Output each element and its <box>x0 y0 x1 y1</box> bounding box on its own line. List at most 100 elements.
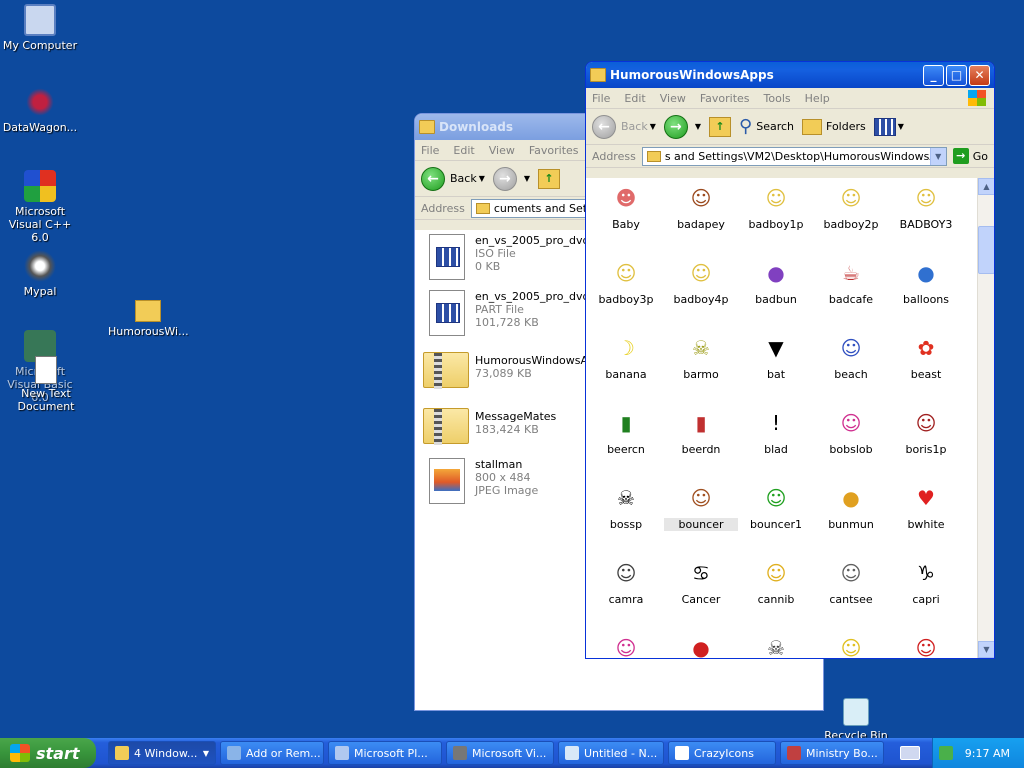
desktop-icon-recycle-bin[interactable]: Recycle Bin <box>816 698 896 742</box>
app-icon-item[interactable]: ☺ BADBOY3 <box>889 182 963 231</box>
app-icon-item[interactable]: ☠ barmo <box>664 332 738 381</box>
folder-icon <box>419 120 435 134</box>
task-crazyicons[interactable]: CrazyIcons <box>668 741 776 765</box>
app-icon-label: badboy4p <box>673 293 729 306</box>
app-icon-item[interactable]: ● bunmun <box>814 482 888 531</box>
menu-view[interactable]: View <box>489 144 515 157</box>
up-folder-button[interactable]: ↑ <box>538 168 561 189</box>
file-item[interactable]: en_vs_2005_pro_dvd. PART File 101,728 KB <box>423 290 593 336</box>
app-icon: ☺ <box>690 261 712 285</box>
app-icon-item[interactable]: ☠ bossp <box>589 482 663 531</box>
menu-edit[interactable]: Edit <box>453 144 474 157</box>
search-icon: ⚲ <box>739 116 753 137</box>
desktop-icon-my-computer[interactable]: My Computer <box>0 4 80 52</box>
app-icon-item[interactable]: ▼ bat <box>739 332 813 381</box>
app-icon-label: beast <box>910 368 942 381</box>
app-icon-item[interactable]: ☺ camra <box>589 557 663 606</box>
app-icon-item[interactable]: ☺ bobslob <box>814 407 888 456</box>
maximize-button[interactable]: □ <box>946 64 967 86</box>
task-windows-explorer[interactable]: 4 Window... ▼ <box>108 741 216 765</box>
app-icon-item[interactable]: ♥ bwhite <box>889 482 963 531</box>
app-icon-item[interactable]: ☺ cantsee <box>814 557 888 606</box>
menu-favorites[interactable]: Favorites <box>700 92 750 105</box>
vertical-scrollbar[interactable]: ▲ ▼ <box>977 178 994 658</box>
desktop-icon-new-text-document[interactable]: New Text Document <box>6 356 86 413</box>
desktop-icon-visual-cpp[interactable]: Microsoft Visual C++ 6.0 <box>0 170 80 244</box>
minimize-button[interactable]: _ <box>923 64 944 86</box>
file-item[interactable]: HumorousWindowsApp 73,089 KB <box>423 346 602 392</box>
app-icon-item[interactable]: ● <box>664 632 738 658</box>
app-icon-item[interactable]: ☺ beach <box>814 332 888 381</box>
apps-titlebar[interactable]: HumorousWindowsApps _ □ ✕ <box>586 62 994 88</box>
app-icon: ☺ <box>690 186 712 210</box>
scroll-thumb[interactable] <box>978 226 994 274</box>
file-item[interactable]: stallman 800 x 484 JPEG Image <box>423 458 538 504</box>
app-icon-item[interactable]: ▮ beercn <box>589 407 663 456</box>
folders-button[interactable]: Folders <box>802 118 866 135</box>
task-add-remove-programs[interactable]: Add or Rem... <box>220 741 324 765</box>
menu-edit[interactable]: Edit <box>624 92 645 105</box>
desktop-icon-humorouswi[interactable]: HumorousWi... <box>108 300 189 338</box>
app-icon-item[interactable]: ☺ badboy3p <box>589 257 663 306</box>
app-icon-item[interactable]: ● badbun <box>739 257 813 306</box>
file-item[interactable]: MessageMates 183,424 KB <box>423 402 556 448</box>
menu-tools[interactable]: Tools <box>764 92 791 105</box>
views-button[interactable]: ▼ <box>873 117 904 136</box>
task-ministry[interactable]: Ministry Bo... <box>780 741 884 765</box>
address-field[interactable]: s and Settings\VM2\Desktop\HumorousWindo… <box>641 146 947 166</box>
task-microsoft-plus[interactable]: Microsoft Pl... <box>328 741 442 765</box>
desktop-icon-datawagon[interactable]: DataWagon... <box>0 86 80 134</box>
app-icon-item[interactable]: ☕ badcafe <box>814 257 888 306</box>
network-icon[interactable] <box>938 746 953 760</box>
menu-view[interactable]: View <box>660 92 686 105</box>
up-folder-button[interactable]: ↑ <box>709 116 732 137</box>
app-icon-item[interactable]: ☺ badboy2p <box>814 182 888 231</box>
app-icon-item[interactable]: ♋ Cancer <box>664 557 738 606</box>
app-icon-label: bunmun <box>828 518 874 531</box>
forward-button[interactable]: → ▼ <box>492 166 530 191</box>
search-button[interactable]: ⚲ Search <box>739 116 794 137</box>
clock[interactable]: 9:17 AM <box>965 747 1010 760</box>
scroll-down-icon[interactable]: ▼ <box>978 641 994 658</box>
app-icon-item[interactable]: ● balloons <box>889 257 963 306</box>
app-icon-item[interactable]: ☺ badboy1p <box>739 182 813 231</box>
scroll-up-icon[interactable]: ▲ <box>978 178 994 195</box>
app-icon-item[interactable]: ☺ badapey <box>664 182 738 231</box>
app-icon-item[interactable]: ☽ banana <box>589 332 663 381</box>
back-button[interactable]: ← Back ▼ <box>592 114 656 139</box>
menu-file[interactable]: File <box>421 144 439 157</box>
app-icon-item[interactable]: ☠ <box>739 632 813 658</box>
start-button[interactable]: start <box>0 738 96 768</box>
app-icon-item[interactable]: ✿ beast <box>889 332 963 381</box>
app-icon-item[interactable]: ▮ beerdn <box>664 407 738 456</box>
file-item[interactable]: en_vs_2005_pro_dvd. ISO File 0 KB <box>423 234 593 280</box>
app-icon-item[interactable]: ☺ boris1p <box>889 407 963 456</box>
task-microsoft-virtual[interactable]: Microsoft Vi... <box>446 741 554 765</box>
app-icon-item[interactable]: ☻ Baby <box>589 182 663 231</box>
desktop-icon-mypal[interactable]: Mypal <box>0 250 80 298</box>
go-button[interactable]: → Go <box>952 148 988 164</box>
app-icon-label: cantsee <box>829 593 873 606</box>
app-icon-item[interactable]: ☺ <box>889 632 963 658</box>
back-button[interactable]: ← Back ▼ <box>421 166 485 191</box>
app-icon-item[interactable]: ☺ cannib <box>739 557 813 606</box>
app-icon-item[interactable]: ! blad <box>739 407 813 456</box>
app-icon-item[interactable]: ☺ <box>814 632 888 658</box>
app-icon-item[interactable]: ☺ bouncer1 <box>739 482 813 531</box>
menu-favorites[interactable]: Favorites <box>529 144 579 157</box>
task-notepad[interactable]: Untitled - N... <box>558 741 664 765</box>
app-icon-item[interactable]: ♑ capri <box>889 557 963 606</box>
app-icon: ☻ <box>615 186 637 210</box>
app-icon-label: BADBOY3 <box>899 218 953 231</box>
menu-file[interactable]: File <box>592 92 610 105</box>
app-icon-item[interactable]: ☺ bouncer <box>664 482 738 531</box>
menu-help[interactable]: Help <box>805 92 830 105</box>
keyboard-icon[interactable] <box>900 746 920 760</box>
app-icon-item[interactable]: ☺ <box>589 632 663 658</box>
app-icon-item[interactable]: ☺ badboy4p <box>664 257 738 306</box>
close-button[interactable]: ✕ <box>969 64 990 86</box>
humorous-apps-window[interactable]: HumorousWindowsApps _ □ ✕ File Edit View… <box>585 61 995 659</box>
app-icon: ☺ <box>915 186 937 210</box>
address-dropdown-button[interactable]: ▼ <box>929 147 946 165</box>
forward-button[interactable]: → ▼ <box>663 114 701 139</box>
